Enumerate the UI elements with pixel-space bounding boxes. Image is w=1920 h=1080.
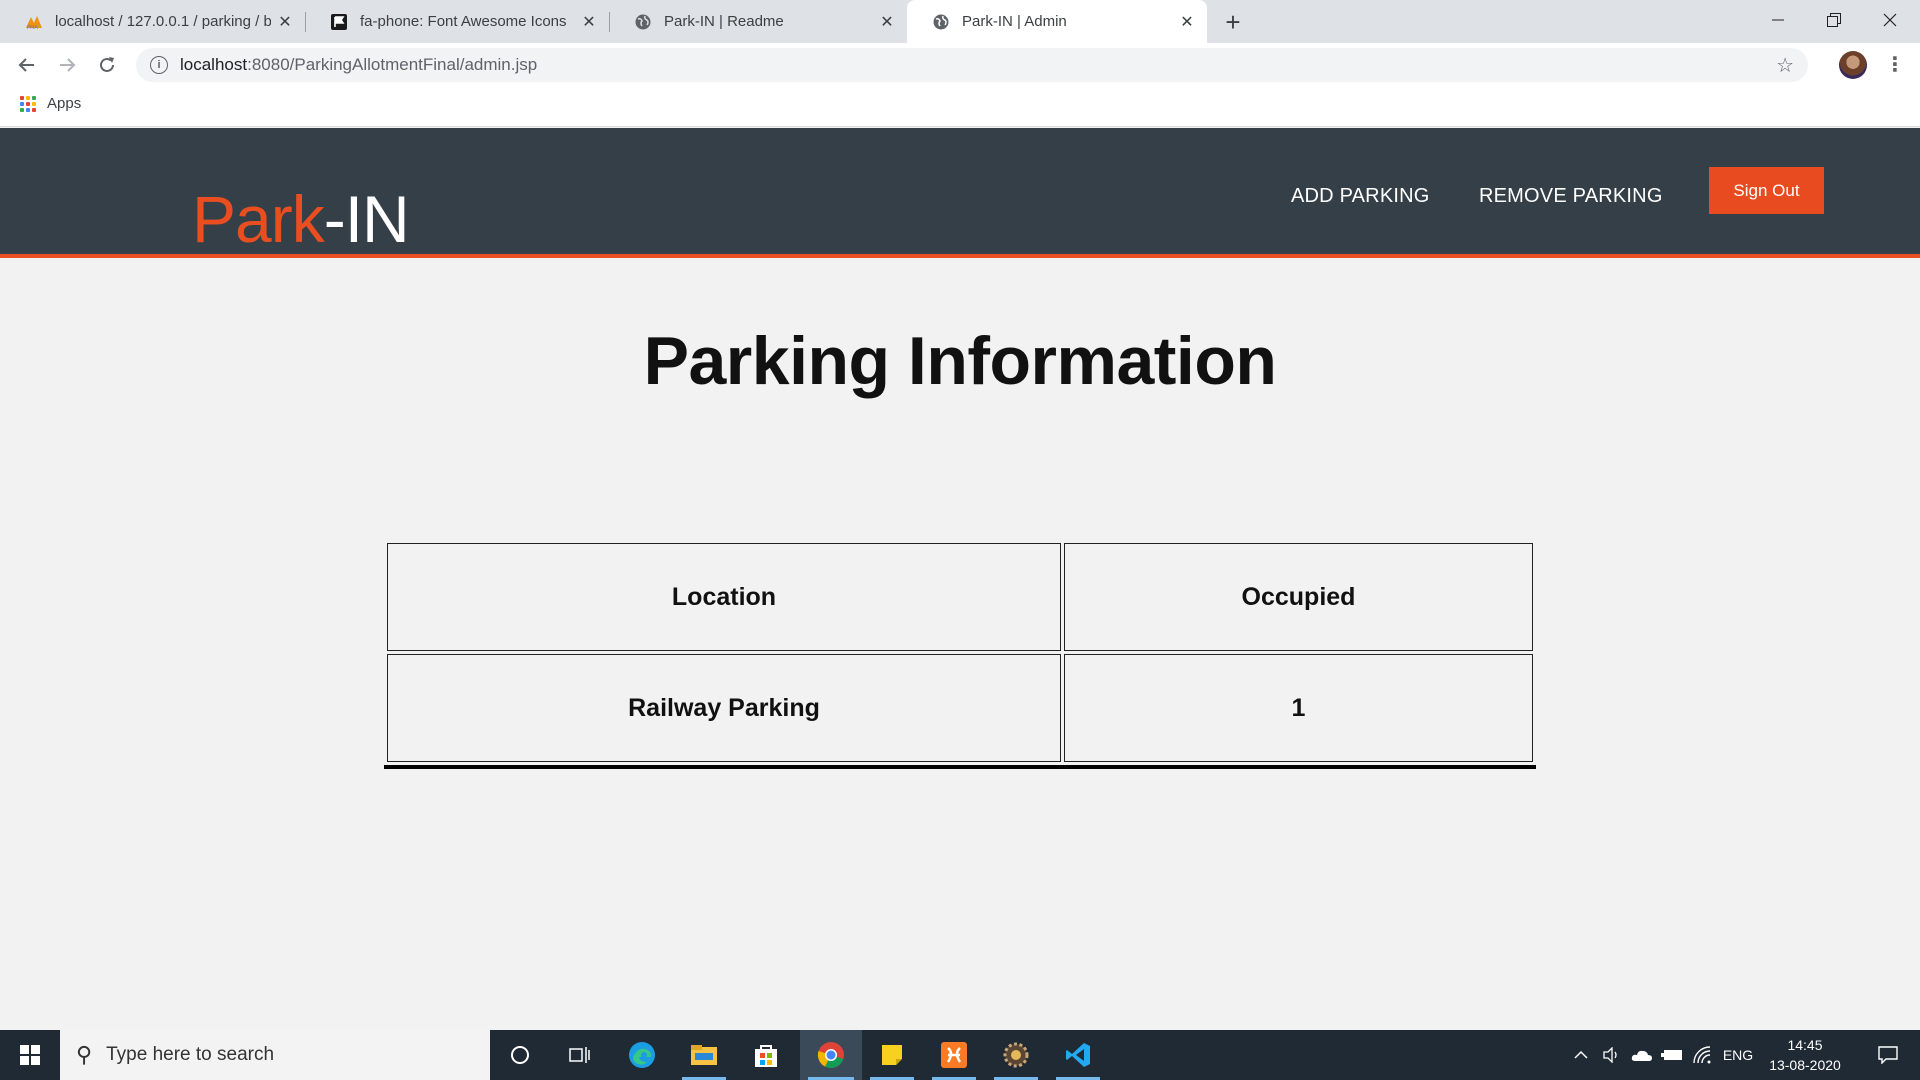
apps-grid-icon xyxy=(20,95,36,112)
settings-gear-icon[interactable] xyxy=(986,1030,1046,1080)
phpmyadmin-icon: PMA xyxy=(24,12,44,32)
windows-logo-icon xyxy=(20,1045,40,1065)
tab-admin[interactable]: Park-IN | Admin ✕ xyxy=(907,0,1207,43)
sticky-notes-icon[interactable] xyxy=(862,1030,922,1080)
taskbar-search[interactable]: ⚲ Type here to search xyxy=(60,1030,490,1080)
page-title: Parking Information xyxy=(643,323,1277,399)
clock-date: 13-08-2020 xyxy=(1769,1057,1841,1073)
forward-icon[interactable] xyxy=(52,50,82,80)
site-header: Park-IN ADD PARKING REMOVE PARKING Sign … xyxy=(0,128,1920,258)
browser-toolbar: i localhost:8080/ParkingAllotmentFinal/a… xyxy=(0,43,1920,87)
wifi-icon[interactable] xyxy=(1688,1030,1716,1080)
svg-text:PMA: PMA xyxy=(27,25,38,30)
parking-table: Location Occupied Railway Parking 1 xyxy=(384,540,1536,769)
close-window-icon[interactable] xyxy=(1862,0,1918,40)
reload-icon[interactable] xyxy=(92,50,122,80)
onedrive-cloud-icon[interactable] xyxy=(1628,1030,1656,1080)
task-view-icon[interactable] xyxy=(550,1030,610,1080)
close-tab-icon[interactable]: ✕ xyxy=(271,8,299,36)
globe-icon xyxy=(931,12,951,32)
url-text: localhost:8080/ParkingAllotmentFinal/adm… xyxy=(180,55,537,75)
close-tab-icon[interactable]: ✕ xyxy=(575,8,603,36)
close-tab-icon[interactable]: ✕ xyxy=(1173,8,1201,36)
address-bar[interactable]: i localhost:8080/ParkingAllotmentFinal/a… xyxy=(136,48,1808,82)
table-row: Railway Parking 1 xyxy=(387,654,1533,762)
back-icon[interactable] xyxy=(12,50,42,80)
cortana-icon[interactable] xyxy=(490,1030,550,1080)
tab-title: Park-IN | Admin xyxy=(962,13,1067,30)
chrome-icon[interactable] xyxy=(800,1030,862,1080)
bookmarks-bar: Apps xyxy=(0,87,1920,127)
language-indicator[interactable]: ENG xyxy=(1718,1030,1758,1080)
info-icon[interactable]: i xyxy=(150,56,168,74)
store-icon[interactable] xyxy=(736,1030,796,1080)
menu-kebab-icon[interactable]: ⋮ xyxy=(1885,52,1905,77)
apps-shortcut[interactable]: Apps xyxy=(20,95,81,112)
notifications-icon[interactable] xyxy=(1866,1030,1910,1080)
tab-font-awesome[interactable]: fa-phone: Font Awesome Icons ✕ xyxy=(305,0,610,43)
tab-readme[interactable]: Park-IN | Readme ✕ xyxy=(609,0,907,43)
battery-icon[interactable] xyxy=(1658,1030,1686,1080)
system-clock[interactable]: 14:45 13-08-2020 xyxy=(1760,1035,1850,1075)
tab-title: localhost / 127.0.0.1 / parking / b xyxy=(55,13,271,30)
nav-add-parking[interactable]: ADD PARKING xyxy=(1291,185,1430,208)
search-icon: ⚲ xyxy=(76,1042,93,1067)
table-header-row: Location Occupied xyxy=(387,543,1533,651)
flag-icon xyxy=(329,12,349,32)
search-placeholder: Type here to search xyxy=(106,1044,275,1065)
column-header-location: Location xyxy=(387,543,1061,651)
vscode-icon[interactable] xyxy=(1048,1030,1108,1080)
browser-tab-strip: PMA localhost / 127.0.0.1 / parking / b … xyxy=(0,0,1920,43)
logo-park: Park xyxy=(192,182,325,256)
volume-icon[interactable] xyxy=(1598,1030,1624,1080)
sign-out-button[interactable]: Sign Out xyxy=(1709,167,1824,214)
windows-taskbar: ⚲ Type here to search ENG 14:45 13-08-20… xyxy=(0,1030,1920,1080)
tab-title: Park-IN | Readme xyxy=(664,13,784,30)
start-button[interactable] xyxy=(0,1030,60,1080)
logo-in: -IN xyxy=(323,182,410,256)
site-logo[interactable]: Park-IN xyxy=(192,186,410,252)
tab-title: fa-phone: Font Awesome Icons xyxy=(360,13,567,30)
minimize-icon[interactable] xyxy=(1750,0,1806,40)
column-header-occupied: Occupied xyxy=(1064,543,1533,651)
file-explorer-icon[interactable] xyxy=(674,1030,734,1080)
globe-icon xyxy=(633,12,653,32)
cell-location: Railway Parking xyxy=(387,654,1061,762)
new-tab-button[interactable]: + xyxy=(1217,6,1249,38)
profile-avatar[interactable] xyxy=(1839,51,1867,79)
cell-occupied: 1 xyxy=(1064,654,1533,762)
xampp-icon[interactable] xyxy=(924,1030,984,1080)
url-path: :8080/ParkingAllotmentFinal/admin.jsp xyxy=(247,55,538,74)
nav-remove-parking[interactable]: REMOVE PARKING xyxy=(1479,185,1663,208)
bookmark-star-icon[interactable]: ☆ xyxy=(1776,53,1794,78)
close-tab-icon[interactable]: ✕ xyxy=(873,8,901,36)
apps-label: Apps xyxy=(47,95,82,112)
edge-icon[interactable] xyxy=(612,1030,672,1080)
url-host: localhost xyxy=(180,55,248,74)
clock-time: 14:45 xyxy=(1787,1037,1823,1053)
tray-chevron-up-icon[interactable] xyxy=(1568,1030,1594,1080)
tab-phpmyadmin[interactable]: PMA localhost / 127.0.0.1 / parking / b … xyxy=(0,0,306,43)
restore-icon[interactable] xyxy=(1806,0,1862,40)
